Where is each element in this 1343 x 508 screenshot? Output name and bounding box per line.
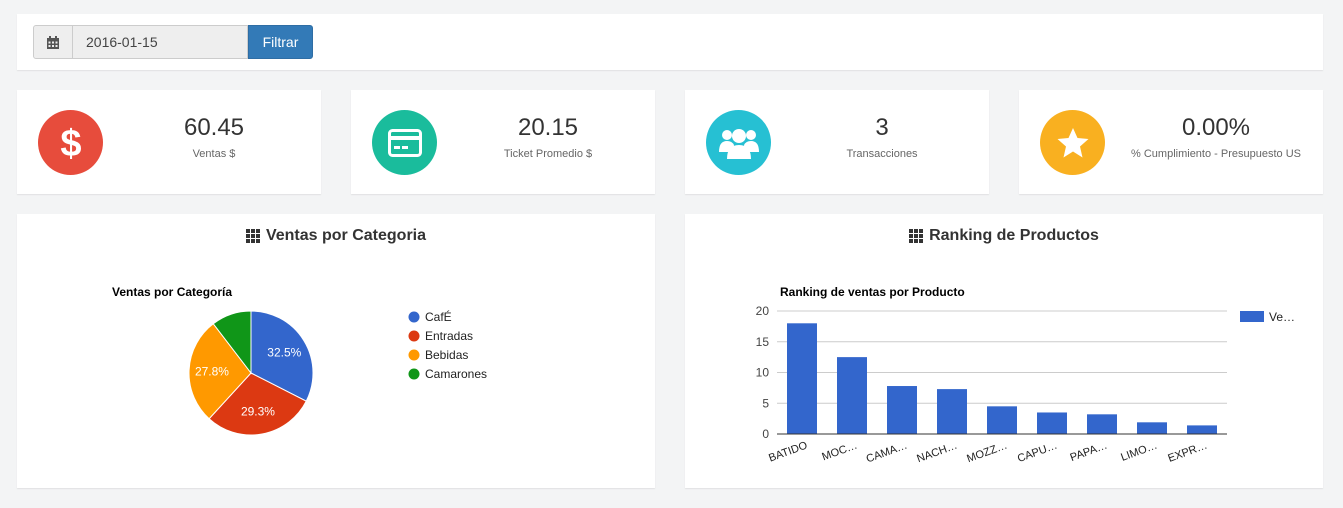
pie-slice-label: 32.5%	[267, 346, 301, 360]
pie-chart-title: Ventas por Categoría	[112, 285, 232, 299]
x-tick-label: PAPA…	[1069, 440, 1109, 465]
y-tick-label: 20	[756, 304, 770, 318]
legend-marker	[408, 368, 420, 380]
star-icon	[1040, 110, 1105, 175]
dollar-icon: $	[38, 110, 103, 175]
legend-label: Entradas	[425, 329, 473, 343]
x-tick-label: CAPU…	[1016, 440, 1059, 465]
category-pie-chart: Ventas por Categoría 32.5% 29.3% 27.8% CafÉ E…	[112, 285, 487, 436]
legend-marker	[408, 311, 420, 323]
stat-value: 60.45	[183, 114, 245, 141]
stat-card-ticket: 20.15 Ticket Promedio $	[351, 90, 655, 194]
filter-bar: Filtrar	[17, 14, 1323, 70]
legend-label: Bebidas	[425, 348, 468, 362]
pie-slice-label: 29.3%	[241, 404, 275, 418]
y-tick-label: 5	[762, 396, 769, 410]
bar[interactable]	[1137, 422, 1167, 434]
bar[interactable]	[1037, 412, 1067, 434]
bar[interactable]	[837, 357, 867, 434]
calendar-icon[interactable]	[33, 25, 73, 59]
stat-card-transactions: 3 Transacciones	[685, 90, 989, 194]
stat-value: 20.15	[517, 114, 579, 141]
x-tick-label: MOZZ…	[965, 440, 1009, 466]
legend-label: Camarones	[425, 367, 487, 381]
stat-label: Transacciones	[846, 148, 918, 160]
ranking-bar-chart: Ranking de ventas por Producto 0 5 10 15 20 BA…	[756, 285, 1295, 466]
users-icon	[706, 110, 771, 175]
legend-marker	[1240, 311, 1264, 322]
bar[interactable]	[987, 406, 1017, 434]
category-panel: Ventas por Categoria Ventas por Categorí…	[17, 214, 655, 488]
stat-label: % Cumplimiento - Presupuesto US	[1131, 148, 1301, 160]
stat-card-sales: $ 60.45 Ventas $	[17, 90, 321, 194]
bar[interactable]	[937, 389, 967, 434]
x-tick-label: BATIDO	[767, 439, 809, 464]
x-tick-label: EXPR…	[1166, 440, 1209, 465]
bar[interactable]	[887, 386, 917, 434]
filter-button[interactable]: Filtrar	[248, 25, 313, 59]
x-tick-label: CAMA…	[865, 440, 909, 466]
bar[interactable]	[1187, 425, 1217, 434]
date-input[interactable]	[72, 25, 248, 59]
svg-text:$: $	[60, 123, 81, 163]
x-tick-label: LIMO…	[1119, 440, 1159, 464]
y-tick-label: 15	[756, 335, 770, 349]
stat-label: Ventas $	[192, 148, 236, 160]
pie-slice-label: 27.8%	[195, 364, 229, 378]
bar-chart-title: Ranking de ventas por Producto	[780, 285, 965, 299]
legend-label: Ve…	[1269, 310, 1295, 324]
legend-label: CafÉ	[425, 309, 452, 324]
ranking-panel: Ranking de Productos Ranking de ventas p…	[685, 214, 1323, 488]
bar[interactable]	[787, 323, 817, 434]
credit-card-icon	[372, 110, 437, 175]
legend-marker	[408, 330, 420, 342]
stat-label: Ticket Promedio $	[503, 148, 593, 160]
legend-marker	[408, 349, 420, 361]
stat-card-budget: 0.00% % Cumplimiento - Presupuesto US	[1019, 90, 1323, 194]
y-tick-label: 10	[756, 366, 770, 380]
stat-value: 3	[875, 114, 889, 141]
x-tick-label: NACH…	[915, 440, 959, 466]
x-tick-label: MOC…	[820, 440, 859, 464]
y-tick-label: 0	[762, 427, 769, 441]
bar[interactable]	[1087, 414, 1117, 434]
stat-value: 0.00%	[1181, 114, 1251, 141]
